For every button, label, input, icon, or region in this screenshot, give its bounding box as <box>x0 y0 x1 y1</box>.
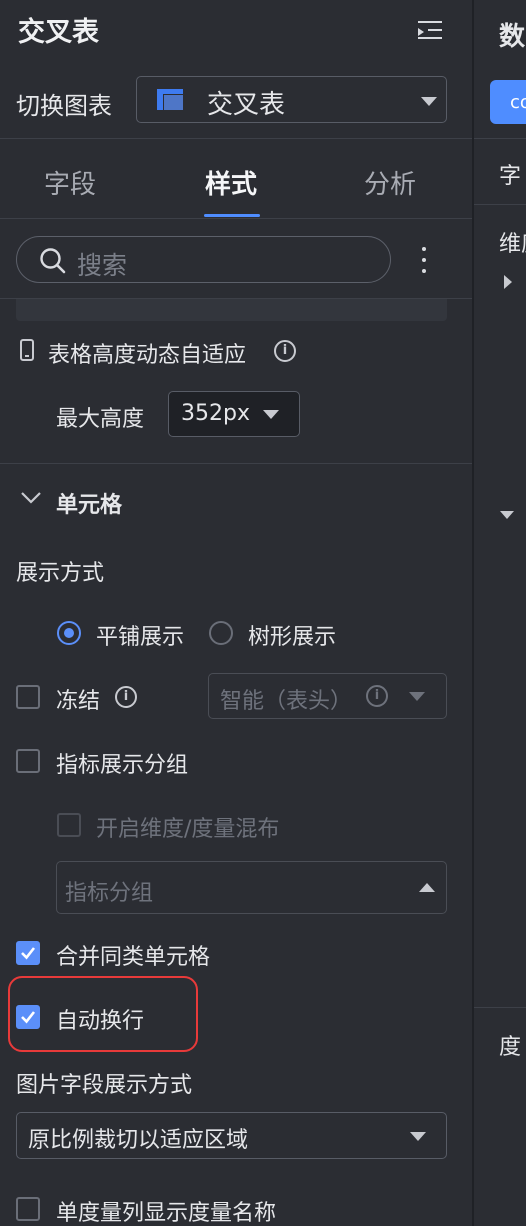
mix-layout-checkbox <box>57 813 81 837</box>
metric-group-checkbox[interactable] <box>16 749 40 773</box>
metric-group-label: 指标展示分组 <box>56 753 189 778</box>
search-icon <box>40 248 66 274</box>
check-icon <box>21 947 36 960</box>
chart-type-select[interactable]: 交叉表 <box>136 76 447 123</box>
chevron-down-icon <box>263 410 279 419</box>
single-measure-checkbox[interactable] <box>16 1197 40 1221</box>
tile-display-label[interactable]: 平铺展示 <box>96 619 184 651</box>
divider <box>474 1007 526 1008</box>
table-height-label: 表格高度动态自适应 <box>48 343 247 368</box>
data-panel-button[interactable]: co <box>490 80 526 124</box>
freeze-select: 智能（表头） i <box>208 673 447 719</box>
freeze-label: 冻结 <box>56 689 101 714</box>
divider <box>0 138 472 139</box>
display-mode-label: 展示方式 <box>16 561 105 586</box>
divider <box>0 218 472 219</box>
switch-chart-label: 切换图表 <box>16 92 112 120</box>
more-options-icon[interactable] <box>420 247 428 273</box>
chevron-down-icon <box>409 692 425 701</box>
tab-analysis[interactable]: 分析 <box>364 164 416 201</box>
collapsed-section-bottom <box>16 299 447 321</box>
tab-fields[interactable]: 字段 <box>44 164 96 201</box>
data-panel-title: 数 <box>499 22 526 52</box>
image-field-select[interactable]: 原比例裁切以适应区域 <box>16 1112 447 1159</box>
check-icon <box>21 1011 36 1024</box>
style-panel: 交叉表 切换图表 交叉表 字段 样式 分析 搜索 表格高度动态自适应 i 最大高… <box>0 0 472 1226</box>
chevron-down-icon[interactable] <box>500 511 514 519</box>
collapse-menu-icon[interactable] <box>414 16 444 46</box>
panel-title: 交叉表 <box>18 17 99 48</box>
image-field-value: 原比例裁切以适应区域 <box>28 1128 249 1153</box>
chevron-right-icon[interactable] <box>504 275 512 289</box>
chevron-down-icon <box>421 97 437 106</box>
table-chart-icon <box>157 89 183 110</box>
metric-group-placeholder: 指标分组 <box>65 881 154 906</box>
chart-type-value: 交叉表 <box>207 90 286 120</box>
info-icon: i <box>366 685 388 707</box>
max-height-select[interactable]: 352px <box>168 391 300 437</box>
tab-style[interactable]: 样式 <box>205 164 257 201</box>
chevron-down-icon[interactable] <box>20 490 42 506</box>
info-icon[interactable]: i <box>115 686 137 708</box>
chevron-up-icon <box>419 883 435 892</box>
auto-wrap-label: 自动换行 <box>56 1009 145 1034</box>
mobile-icon <box>20 339 34 361</box>
info-icon[interactable]: i <box>274 340 296 362</box>
merge-cells-checkbox[interactable] <box>16 941 40 965</box>
auto-wrap-checkbox[interactable] <box>16 1005 40 1029</box>
search-placeholder: 搜索 <box>77 251 128 280</box>
data-panel: 数 co 字 维度 度 <box>474 0 526 1226</box>
radio-tree-display[interactable] <box>209 621 233 645</box>
metric-group-select: 指标分组 <box>56 861 447 914</box>
mix-layout-label: 开启维度/度量混布 <box>96 817 280 842</box>
dimension-header: 维度 <box>499 232 526 257</box>
divider <box>0 463 472 464</box>
divider <box>474 138 526 139</box>
divider <box>474 204 526 205</box>
merge-cells-label: 合并同类单元格 <box>56 945 211 970</box>
radio-tile-display[interactable] <box>57 621 81 645</box>
freeze-select-value: 智能（表头） <box>220 689 353 714</box>
field-header: 字 <box>499 164 522 189</box>
active-tab-indicator <box>204 214 260 217</box>
cell-section-title[interactable]: 单元格 <box>56 487 122 519</box>
max-height-label: 最大高度 <box>56 407 145 432</box>
measure-header: 度 <box>499 1035 522 1060</box>
data-panel-button-label: co <box>510 92 526 113</box>
tree-display-label[interactable]: 树形展示 <box>248 619 336 651</box>
search-input[interactable]: 搜索 <box>16 236 391 283</box>
freeze-checkbox[interactable] <box>16 685 40 709</box>
single-measure-label: 单度量列显示度量名称 <box>56 1201 277 1226</box>
max-height-value: 352px <box>181 401 250 426</box>
image-field-label: 图片字段展示方式 <box>16 1073 193 1098</box>
chevron-down-icon <box>410 1132 426 1141</box>
